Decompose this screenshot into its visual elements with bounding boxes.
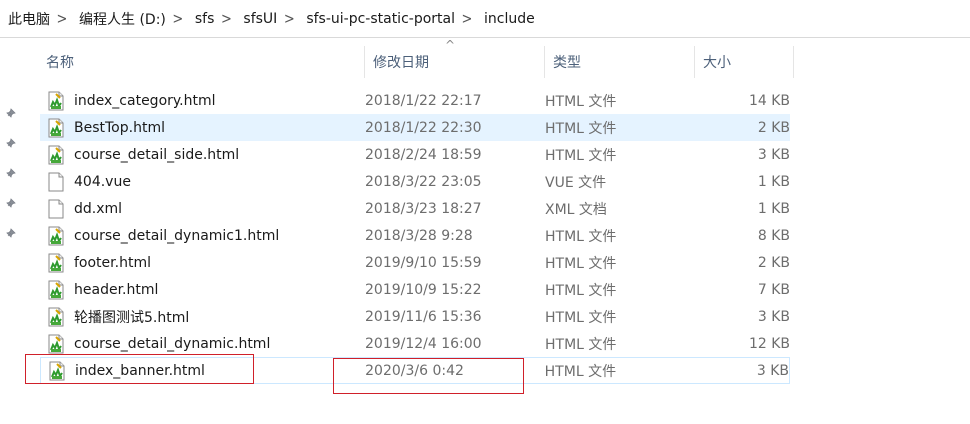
file-row-selected[interactable]: BestTop.html 2018/1/22 22:30 HTML 文件 2 K… bbox=[40, 114, 790, 141]
file-row[interactable]: course_detail_dynamic1.html 2018/3/28 9:… bbox=[40, 222, 790, 249]
file-type: HTML 文件 bbox=[544, 363, 617, 380]
file-size: 14 KB bbox=[748, 92, 790, 109]
html-file-icon bbox=[47, 307, 65, 327]
highlight-box-date bbox=[333, 358, 524, 394]
highlight-box-filename bbox=[25, 354, 254, 384]
file-size: 3 KB bbox=[757, 146, 790, 163]
file-size: 12 KB bbox=[748, 335, 790, 352]
address-bar[interactable]: 此电脑 > 编程人生 (D:) > sfs > sfsUI > sfs-ui-p… bbox=[0, 0, 970, 38]
breadcrumb-item-this-pc[interactable]: 此电脑 bbox=[0, 9, 53, 29]
file-date: 2019/11/6 15:36 bbox=[365, 308, 482, 325]
file-date: 2018/3/23 18:27 bbox=[365, 200, 482, 217]
breadcrumb-item-include[interactable]: include bbox=[476, 11, 538, 27]
column-header-date[interactable]: ^ 修改日期 bbox=[365, 38, 545, 78]
file-size: 1 KB bbox=[757, 173, 790, 190]
file-name: 404.vue bbox=[74, 173, 131, 190]
file-type: VUE 文件 bbox=[545, 174, 607, 191]
html-file-icon bbox=[47, 118, 65, 138]
file-date: 2019/12/4 16:00 bbox=[365, 335, 482, 352]
file-row[interactable]: header.html 2019/10/9 15:22 HTML 文件 7 KB bbox=[40, 276, 790, 303]
file-row[interactable]: footer.html 2019/9/10 15:59 HTML 文件 2 KB bbox=[40, 249, 790, 276]
chevron-right-icon[interactable]: > bbox=[169, 10, 187, 27]
html-file-icon bbox=[47, 145, 65, 165]
file-type: HTML 文件 bbox=[545, 336, 617, 353]
html-file-icon bbox=[47, 280, 65, 300]
html-file-icon bbox=[47, 334, 65, 354]
column-header-name[interactable]: 名称 bbox=[22, 46, 365, 78]
column-header-size[interactable]: 大小 bbox=[695, 46, 794, 78]
file-size: 2 KB bbox=[757, 254, 790, 271]
file-type: HTML 文件 bbox=[545, 309, 617, 326]
quick-access-pins bbox=[0, 98, 22, 248]
file-row[interactable]: 404.vue 2018/3/22 23:05 VUE 文件 1 KB bbox=[40, 168, 790, 195]
file-type: HTML 文件 bbox=[545, 120, 617, 137]
chevron-right-icon[interactable]: > bbox=[280, 10, 298, 27]
file-size: 3 KB bbox=[757, 308, 790, 325]
file-row[interactable]: dd.xml 2018/3/23 18:27 XML 文档 1 KB bbox=[40, 195, 790, 222]
file-name: course_detail_dynamic.html bbox=[74, 335, 271, 352]
html-file-icon bbox=[47, 91, 65, 111]
column-header-type[interactable]: 类型 bbox=[545, 46, 695, 78]
breadcrumb-item-drive[interactable]: 编程人生 (D:) bbox=[71, 9, 169, 29]
file-type: HTML 文件 bbox=[545, 255, 617, 272]
file-size: 8 KB bbox=[757, 227, 790, 244]
file-type: HTML 文件 bbox=[545, 147, 617, 164]
html-file-icon bbox=[47, 253, 65, 273]
file-date: 2018/1/22 22:17 bbox=[365, 92, 482, 109]
file-date: 2018/3/28 9:28 bbox=[365, 227, 473, 244]
pin-icon[interactable] bbox=[0, 218, 22, 248]
breadcrumb-item-sfsui[interactable]: sfsUI bbox=[235, 11, 280, 27]
file-type: HTML 文件 bbox=[545, 282, 617, 299]
pin-icon[interactable] bbox=[0, 128, 22, 158]
file-name: BestTop.html bbox=[74, 119, 165, 136]
chevron-right-icon[interactable]: > bbox=[458, 10, 476, 27]
pin-icon[interactable] bbox=[0, 98, 22, 128]
file-date: 2019/10/9 15:22 bbox=[365, 281, 482, 298]
file-date: 2018/3/22 23:05 bbox=[365, 173, 482, 190]
file-name: footer.html bbox=[74, 254, 151, 271]
file-size: 7 KB bbox=[757, 281, 790, 298]
file-type: HTML 文件 bbox=[545, 93, 617, 110]
file-date: 2019/9/10 15:59 bbox=[365, 254, 482, 271]
file-name: 轮播图测试5.html bbox=[74, 309, 190, 326]
breadcrumb-item-sfs[interactable]: sfs bbox=[187, 11, 218, 27]
pin-icon[interactable] bbox=[0, 188, 22, 218]
file-row[interactable]: course_detail_dynamic.html 2019/12/4 16:… bbox=[40, 330, 790, 357]
file-name: course_detail_dynamic1.html bbox=[74, 227, 280, 244]
file-size: 3 KB bbox=[756, 362, 789, 379]
sort-ascending-icon: ^ bbox=[445, 38, 456, 52]
file-type: XML 文档 bbox=[545, 201, 607, 218]
blank-file-icon bbox=[47, 199, 65, 219]
file-name: dd.xml bbox=[74, 200, 123, 217]
html-file-icon bbox=[47, 226, 65, 246]
file-row[interactable]: index_category.html 2018/1/22 22:17 HTML… bbox=[40, 87, 790, 114]
chevron-right-icon[interactable]: > bbox=[217, 10, 235, 27]
column-header-name-label: 名称 bbox=[46, 55, 74, 71]
chevron-right-icon[interactable]: > bbox=[53, 10, 71, 27]
file-list: index_category.html 2018/1/22 22:17 HTML… bbox=[40, 87, 790, 384]
file-date: 2018/2/24 18:59 bbox=[365, 146, 482, 163]
file-date: 2018/1/22 22:30 bbox=[365, 119, 482, 136]
column-header-type-label: 类型 bbox=[553, 55, 581, 71]
file-name: header.html bbox=[74, 281, 159, 298]
file-type: HTML 文件 bbox=[545, 228, 617, 245]
file-name: index_category.html bbox=[74, 92, 216, 109]
file-size: 1 KB bbox=[757, 200, 790, 217]
pin-icon[interactable] bbox=[0, 158, 22, 188]
column-header-row: 名称 ^ 修改日期 类型 大小 bbox=[22, 38, 794, 78]
breadcrumb: 此电脑 > 编程人生 (D:) > sfs > sfsUI > sfs-ui-p… bbox=[0, 0, 538, 38]
file-row[interactable]: course_detail_side.html 2018/2/24 18:59 … bbox=[40, 141, 790, 168]
file-row[interactable]: 轮播图测试5.html 2019/11/6 15:36 HTML 文件 3 KB bbox=[40, 303, 790, 330]
breadcrumb-item-portal[interactable]: sfs-ui-pc-static-portal bbox=[298, 11, 458, 27]
file-name: course_detail_side.html bbox=[74, 146, 240, 163]
column-header-date-label: 修改日期 bbox=[373, 55, 429, 71]
column-header-size-label: 大小 bbox=[703, 55, 731, 71]
file-size: 2 KB bbox=[757, 119, 790, 136]
blank-file-icon bbox=[47, 172, 65, 192]
